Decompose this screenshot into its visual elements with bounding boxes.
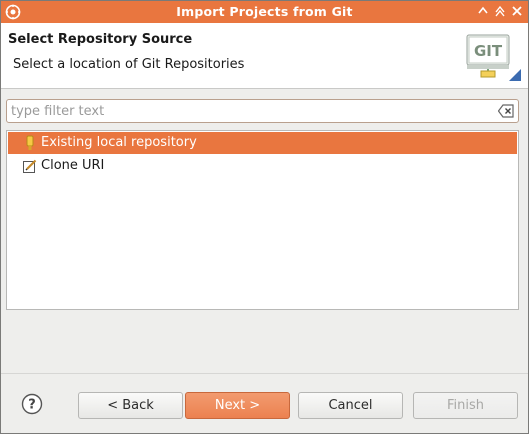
- button-bar-divider: [1, 373, 528, 374]
- close-icon[interactable]: [509, 3, 525, 19]
- list-item-existing-local-repository[interactable]: Existing local repository: [8, 132, 517, 154]
- clear-filter-icon[interactable]: [498, 104, 514, 118]
- finish-button[interactable]: Finish: [413, 392, 518, 419]
- repository-source-list[interactable]: Existing local repository Clone URI: [6, 130, 519, 310]
- filter-input[interactable]: [11, 102, 491, 120]
- maximize-icon[interactable]: [492, 3, 508, 19]
- git-logo-text: GIT: [474, 42, 503, 60]
- next-button[interactable]: Next >: [185, 392, 290, 419]
- cancel-button[interactable]: Cancel: [298, 392, 403, 419]
- help-icon[interactable]: ?: [21, 393, 43, 415]
- git-wizard-banner-icon: GIT: [466, 34, 521, 81]
- back-button[interactable]: < Back: [78, 392, 183, 419]
- filter-field[interactable]: [6, 99, 519, 123]
- minimize-icon[interactable]: [475, 3, 491, 19]
- list-item-label: Existing local repository: [41, 135, 197, 150]
- import-dialog: Import Projects from Git Select Reposito…: [0, 0, 529, 434]
- page-title: Select Repository Source: [8, 32, 193, 47]
- svg-text:?: ?: [28, 398, 36, 413]
- list-item-clone-uri[interactable]: Clone URI: [8, 155, 517, 177]
- clone-uri-icon: [23, 159, 37, 173]
- local-repository-icon: [26, 135, 34, 150]
- window-title: Import Projects from Git: [176, 4, 353, 19]
- wizard-header: Select Repository Source Select a locati…: [1, 23, 528, 89]
- page-description: Select a location of Git Repositories: [13, 57, 245, 72]
- list-item-label: Clone URI: [41, 158, 105, 173]
- title-bar[interactable]: Import Projects from Git: [1, 1, 528, 23]
